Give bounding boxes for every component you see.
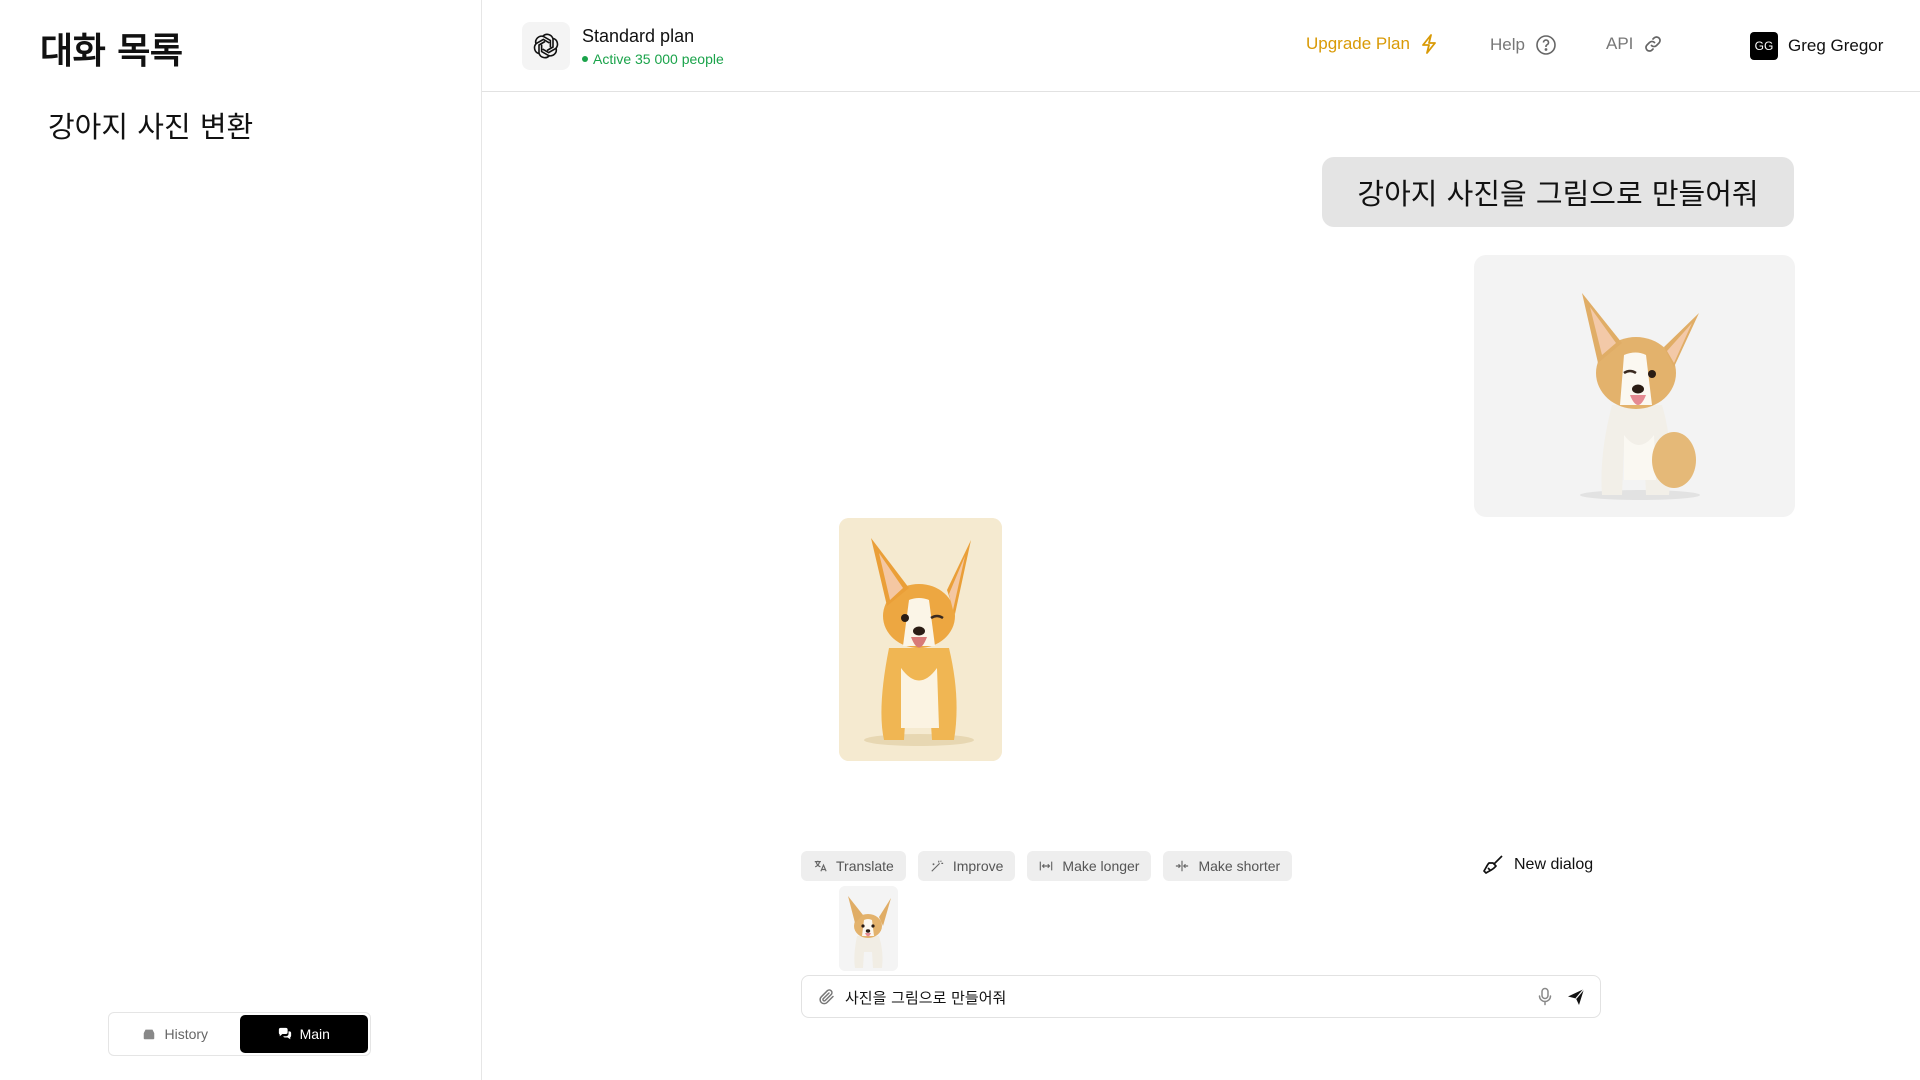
corgi-photo-image[interactable] <box>1474 255 1795 517</box>
prompt-tools: Translate Improve Make longer Make short… <box>801 851 1293 881</box>
archive-icon <box>144 1029 155 1040</box>
make-longer-label: Make longer <box>1062 858 1140 874</box>
link-icon <box>1645 36 1662 52</box>
upgrade-plan-button[interactable]: Upgrade Plan <box>1306 34 1438 54</box>
corgi-photo-illustration <box>1580 293 1700 500</box>
sidebar-title: 대화 목록 <box>40 31 183 72</box>
help-button[interactable]: Help <box>1490 34 1557 56</box>
top-header: Standard plan Active 35 000 people Upgra… <box>482 0 1920 92</box>
translate-label: Translate <box>836 858 894 874</box>
make-shorter-label: Make shorter <box>1198 858 1281 874</box>
api-button[interactable]: API <box>1606 34 1663 54</box>
send-icon[interactable] <box>1567 988 1585 1006</box>
lightning-icon <box>1422 34 1436 54</box>
make-longer-button[interactable]: Make longer <box>1027 851 1152 881</box>
paperclip-icon[interactable] <box>818 988 836 1006</box>
corgi-painting-image[interactable] <box>839 518 1002 761</box>
new-dialog-label: New dialog <box>1514 856 1594 873</box>
corgi-thumbnail-illustration <box>848 896 891 968</box>
make-shorter-button[interactable]: Make shorter <box>1163 851 1293 881</box>
sidebar: 대화 목록 강아지 사진 변환 History Main <box>0 0 482 1080</box>
avatar: GG <box>1750 32 1778 60</box>
expand-icon <box>1040 861 1053 871</box>
new-dialog-button[interactable]: New dialog <box>1482 854 1593 876</box>
translate-button[interactable]: Translate <box>801 851 906 881</box>
improve-label: Improve <box>952 858 1004 874</box>
upgrade-plan-label: Upgrade Plan <box>1306 34 1410 53</box>
improve-button[interactable]: Improve <box>917 851 1016 881</box>
user-message-bubble: 강아지 사진을 그림으로 만들어줘 <box>1322 157 1794 227</box>
status-dot-icon <box>582 56 588 62</box>
openai-logo-icon <box>533 33 559 59</box>
message-composer <box>801 975 1601 1018</box>
plan-active-text: Active 35 000 people <box>593 51 724 67</box>
app-root: 대화 목록 강아지 사진 변환 History Main Standard pl… <box>0 0 1920 1080</box>
openai-logo <box>522 22 570 70</box>
corgi-painting-illustration <box>839 518 1002 761</box>
microphone-icon[interactable] <box>1537 987 1553 1007</box>
plan-active-status: Active 35 000 people <box>582 51 724 67</box>
view-switcher: History Main <box>108 1012 371 1056</box>
conversation-item[interactable]: 강아지 사진 변환 <box>48 104 253 146</box>
question-circle-icon <box>1536 35 1556 55</box>
translate-icon <box>814 860 827 872</box>
chat-bubbles-icon <box>278 1027 291 1040</box>
attachment-thumbnail[interactable] <box>839 886 898 971</box>
broom-icon <box>1483 855 1503 874</box>
tab-main-label: Main <box>299 1026 330 1042</box>
tab-history-label: History <box>164 1026 209 1042</box>
tab-history[interactable]: History <box>111 1015 240 1053</box>
plan-name: Standard plan <box>582 26 695 46</box>
magic-wand-icon <box>931 860 943 872</box>
message-input[interactable] <box>845 984 1505 1010</box>
user-name: Greg Gregor <box>1788 36 1884 55</box>
user-menu[interactable]: GG Greg Gregor <box>1750 32 1883 60</box>
tab-main[interactable]: Main <box>239 1015 368 1053</box>
api-label: API <box>1606 34 1634 53</box>
help-label: Help <box>1490 35 1525 54</box>
shrink-icon <box>1176 860 1189 872</box>
